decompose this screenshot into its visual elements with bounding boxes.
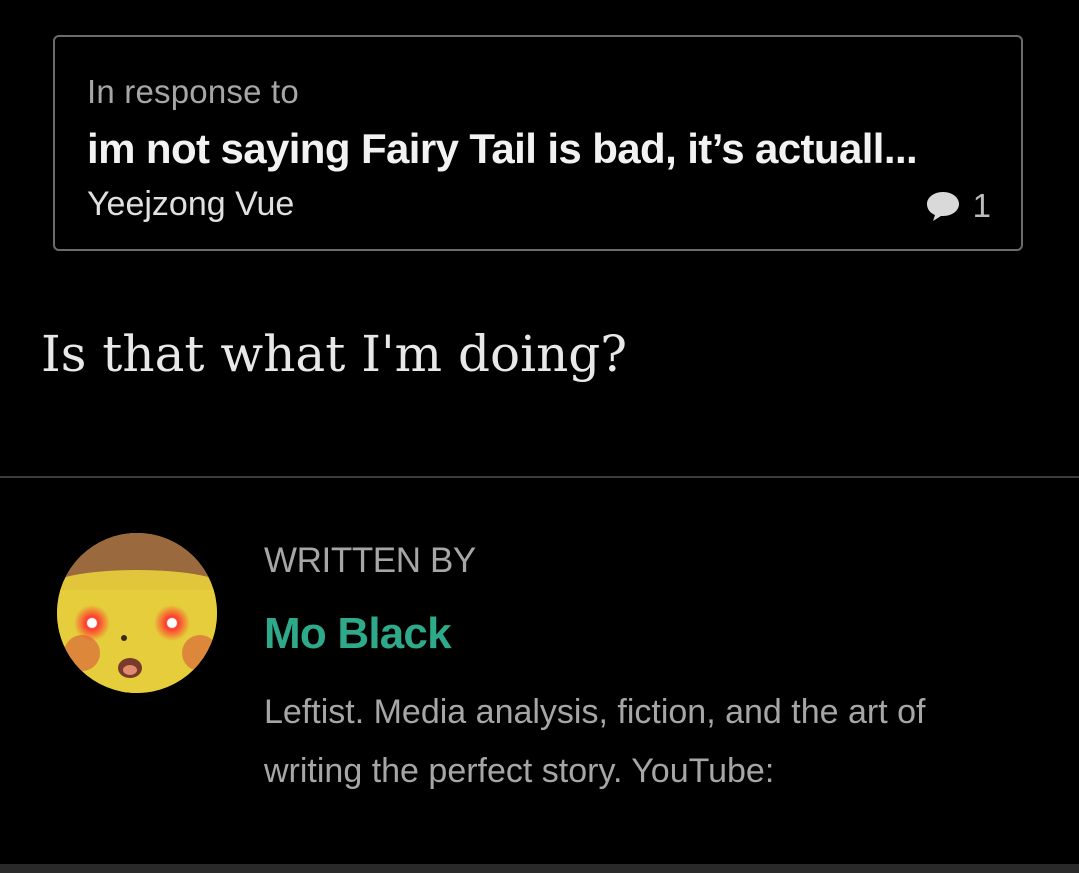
responses-count[interactable]: 1 (925, 187, 991, 225)
author-name-link[interactable]: Mo Black (264, 609, 452, 659)
parent-story-author[interactable]: Yeejzong Vue (87, 185, 294, 224)
avatar-pikachu-red-eyes-icon (57, 533, 217, 693)
in-response-to-label: In response to (87, 73, 299, 110)
parent-story-title[interactable]: im not saying Fairy Tail is bad, it’s ac… (87, 125, 997, 173)
response-card[interactable]: In response to im not saying Fairy Tail … (53, 35, 1023, 251)
response-body-text: Is that what I'm doing? (41, 325, 628, 383)
response-count-value: 1 (972, 187, 991, 224)
section-divider (0, 476, 1079, 478)
speech-bubble-icon (925, 190, 961, 222)
avatar[interactable] (52, 528, 222, 698)
bottom-bar (0, 864, 1079, 873)
author-bio: Leftist. Media analysis, fiction, and th… (264, 693, 926, 790)
written-by-label: WRITTEN BY (264, 541, 476, 580)
